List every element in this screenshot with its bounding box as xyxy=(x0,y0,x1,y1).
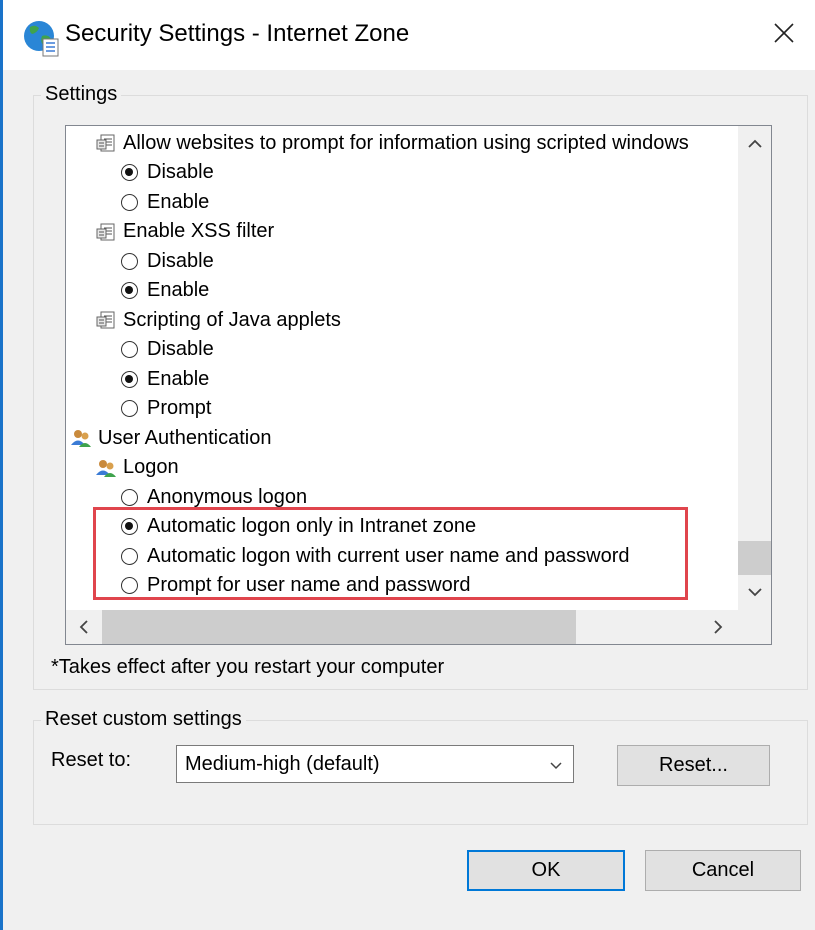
vertical-scrollbar[interactable] xyxy=(738,126,771,611)
settings-group-label: Settings xyxy=(41,83,122,106)
reset-button[interactable]: Reset... xyxy=(617,745,770,786)
radio-button[interactable] xyxy=(121,193,138,211)
radio-option[interactable]: Disable xyxy=(121,246,214,276)
scroll-right-button[interactable] xyxy=(702,610,735,644)
script-setting-icon xyxy=(95,309,117,331)
close-icon xyxy=(774,23,794,43)
radio-option[interactable]: Disable xyxy=(121,158,214,188)
vertical-scroll-thumb[interactable] xyxy=(738,541,771,575)
tree-item-label: Disable xyxy=(147,249,214,272)
horizontal-scroll-thumb[interactable] xyxy=(102,610,576,644)
tree-item-label: Automatic logon only in Intranet zone xyxy=(147,515,477,537)
tree-setting: Allow websites to prompt for information… xyxy=(95,128,689,158)
reset-level-dropdown[interactable]: Medium-high (default) xyxy=(176,745,574,783)
chevron-down-icon xyxy=(550,762,562,770)
radio-option[interactable]: Enable xyxy=(121,276,209,306)
scroll-down-button[interactable] xyxy=(738,576,771,610)
radio-option[interactable]: Automatic logon only in Intranet zone xyxy=(121,512,476,542)
reset-to-label: Reset to: xyxy=(51,749,132,771)
radio-option[interactable]: Enable xyxy=(121,187,209,217)
chevron-down-icon xyxy=(747,588,762,597)
tree-item-label: User Authentication xyxy=(98,426,272,449)
tree-item-label: Prompt xyxy=(147,397,212,419)
radio-option[interactable]: Prompt for user name and password xyxy=(121,571,471,601)
radio-button[interactable] xyxy=(121,547,138,565)
tree-item-label: Automatic logon with current user name a… xyxy=(147,544,630,567)
radio-button[interactable] xyxy=(121,282,138,299)
chevron-up-icon xyxy=(747,139,762,148)
tree-item-label: Enable XSS filter xyxy=(123,220,275,242)
scroll-up-button[interactable] xyxy=(738,126,771,160)
reset-group-label: Reset custom settings xyxy=(41,708,246,731)
ok-button[interactable]: OK xyxy=(467,850,625,891)
security-settings-dialog: Security Settings - Internet Zone Settin… xyxy=(0,0,815,930)
tree-setting: Enable XSS filter xyxy=(95,217,274,247)
radio-option[interactable]: Enable xyxy=(121,364,209,394)
tree-item-label: Disable xyxy=(147,338,214,360)
tree-item-label: Enable xyxy=(147,279,210,301)
radio-button[interactable] xyxy=(121,488,138,506)
tree-item-label: Scripting of Java applets xyxy=(123,308,341,331)
tree-setting: Logon xyxy=(95,453,179,483)
restart-note: *Takes effect after you restart your com… xyxy=(51,656,445,678)
radio-button[interactable] xyxy=(121,577,138,594)
reset-level-value: Medium-high (default) xyxy=(185,753,380,775)
horizontal-scrollbar[interactable] xyxy=(66,610,738,644)
close-button[interactable] xyxy=(753,0,815,66)
tree-item-label: Disable xyxy=(147,161,214,183)
radio-option[interactable]: Prompt xyxy=(121,394,211,424)
chevron-left-icon xyxy=(79,620,88,634)
radio-button[interactable] xyxy=(121,252,138,270)
radio-button[interactable] xyxy=(121,518,138,535)
tree-item-label: Anonymous logon xyxy=(147,485,308,508)
radio-button[interactable] xyxy=(121,341,138,358)
radio-button[interactable] xyxy=(121,164,138,181)
users-icon xyxy=(95,457,117,479)
scrollbar-corner xyxy=(738,610,771,644)
script-setting-icon xyxy=(95,132,117,154)
radio-option[interactable]: Disable xyxy=(121,335,214,365)
users-icon xyxy=(70,427,92,449)
tree-setting: Scripting of Java applets xyxy=(95,305,341,335)
tree-category: User Authentication xyxy=(70,423,271,453)
tree-item-label: Enable xyxy=(147,367,210,390)
radio-button[interactable] xyxy=(121,400,138,417)
tree-item-label: Prompt for user name and password xyxy=(147,574,471,596)
radio-button[interactable] xyxy=(121,370,138,388)
window-title: Security Settings - Internet Zone xyxy=(65,20,410,47)
radio-option[interactable]: Anonymous logon xyxy=(121,482,307,512)
internet-globe-icon xyxy=(24,21,59,57)
scroll-left-button[interactable] xyxy=(66,610,99,644)
tree-item-label: Allow websites to prompt for information… xyxy=(123,131,689,154)
tree-item-label: Logon xyxy=(123,456,179,478)
settings-tree-list[interactable]: Allow websites to prompt for information… xyxy=(65,125,772,645)
script-setting-icon xyxy=(95,221,117,243)
cancel-button[interactable]: Cancel xyxy=(645,850,801,891)
radio-option[interactable]: Automatic logon with current user name a… xyxy=(121,541,629,571)
chevron-right-icon xyxy=(713,620,722,634)
tree-item-label: Enable xyxy=(147,190,210,213)
title-bar: Security Settings - Internet Zone xyxy=(3,0,815,70)
